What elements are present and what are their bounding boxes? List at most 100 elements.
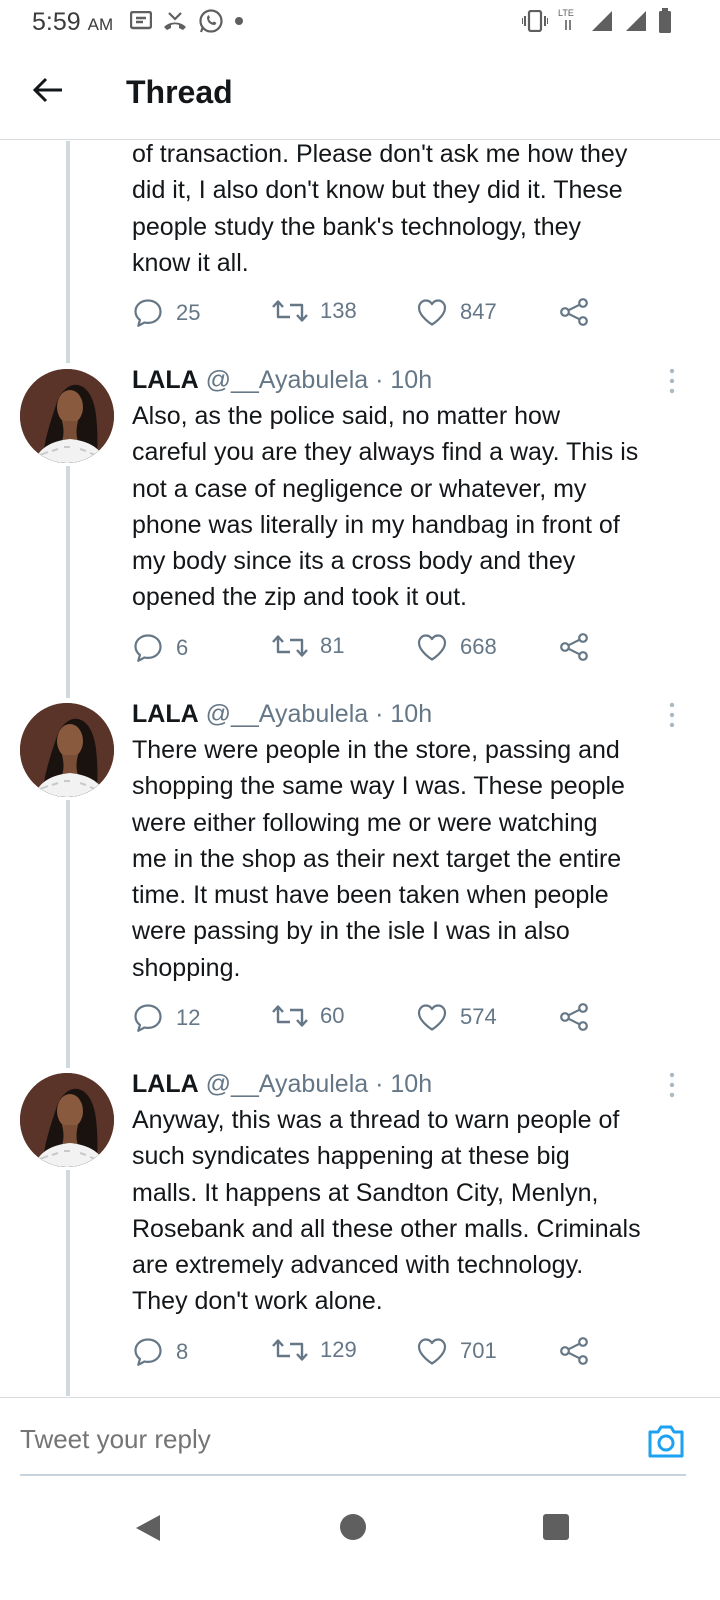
thread-header: Thread — [0, 44, 720, 140]
tweet-text-line: did it, I also don't know but they did i… — [132, 176, 623, 205]
author-handle[interactable]: @__Ayabulela — [206, 366, 369, 394]
reply-button[interactable]: 8 — [132, 1336, 188, 1368]
share-button[interactable] — [558, 297, 590, 327]
camera-icon — [648, 1425, 684, 1458]
like-count: 701 — [460, 1338, 497, 1363]
retweet-count: 60 — [320, 1003, 345, 1028]
message-notification-icon — [130, 11, 152, 30]
reply-button[interactable]: 6 — [132, 632, 188, 664]
share-button[interactable] — [558, 1336, 590, 1366]
retweet-button[interactable]: 129 — [272, 1336, 357, 1364]
tweet-text-line: me in the shop as their next target the … — [132, 844, 622, 873]
avatar[interactable] — [20, 703, 114, 797]
tweet-text-line: careful you are they always find a way. … — [132, 438, 639, 467]
tweet-actions: 12 60 574 — [132, 1002, 602, 1038]
tweet-text: Also, as the police said, no matter how … — [132, 398, 692, 616]
more-vertical-icon — [668, 1072, 676, 1098]
whatsapp-icon — [199, 9, 223, 33]
heart-icon — [416, 297, 448, 327]
tweet-text-line: people study the bank's technology, they — [132, 212, 582, 241]
retweet-button[interactable]: 138 — [272, 297, 357, 325]
share-button[interactable] — [558, 632, 590, 662]
like-button[interactable]: 574 — [416, 1002, 497, 1032]
lte-indicator: LTE — [558, 8, 580, 34]
avatar[interactable] — [20, 1073, 114, 1167]
retweet-count: 81 — [320, 633, 345, 658]
tweet-actions: 6 81 668 — [132, 632, 602, 668]
tweet-time: · 10h — [375, 366, 433, 394]
status-time-value: 5:59 — [32, 8, 81, 36]
author-name[interactable]: LALA — [132, 366, 199, 394]
reply-icon — [132, 1002, 164, 1034]
reply-composer — [0, 1397, 720, 1477]
share-button[interactable] — [558, 1002, 590, 1032]
tweet-text-line: malls. It happens at Sandton City, Menly… — [132, 1178, 599, 1207]
avatar[interactable] — [20, 369, 114, 463]
tweet-menu-button[interactable] — [668, 702, 676, 728]
tweet-text-line: were passing by in the isle I was in als… — [132, 917, 570, 946]
tweet-text-line: opened the zip and took it out. — [132, 583, 467, 612]
like-button[interactable]: 668 — [416, 632, 497, 662]
tweet-actions: 8 129 701 — [132, 1336, 602, 1372]
share-icon — [558, 297, 590, 327]
tweet-text-line: not a case of negligence or whatever, my — [132, 474, 587, 503]
reply-button[interactable]: 25 — [132, 297, 200, 329]
reply-icon — [132, 297, 164, 329]
share-icon — [558, 1002, 590, 1032]
camera-button[interactable] — [646, 1422, 686, 1460]
reply-icon — [132, 1336, 164, 1368]
reply-count: 8 — [176, 1339, 189, 1364]
like-button[interactable]: 847 — [416, 297, 497, 327]
battery-icon — [659, 8, 671, 33]
tweet-header: LALA @__Ayabulela · 10h — [132, 1068, 432, 1100]
missed-call-icon — [164, 12, 186, 30]
nav-home-button[interactable] — [340, 1514, 366, 1540]
tweet-time: · 10h — [375, 700, 433, 728]
tweet-time: · 10h — [375, 1070, 433, 1098]
tweet-actions: 25 138 847 — [132, 297, 602, 333]
tweet-text-line: Also, as the police said, no matter how — [132, 402, 561, 430]
reply-button[interactable]: 12 — [132, 1002, 200, 1034]
like-count: 847 — [460, 299, 497, 324]
like-count: 668 — [460, 634, 497, 659]
signal-strength-2-icon — [626, 11, 646, 31]
nav-recents-button[interactable] — [543, 1514, 569, 1540]
tweet-menu-button[interactable] — [668, 1072, 676, 1098]
tweet-text-line: There were people in the store, passing … — [132, 736, 620, 764]
reply-count: 6 — [176, 635, 189, 660]
arrow-left-icon — [32, 77, 62, 103]
heart-icon — [416, 1336, 448, 1366]
tweet-text-line: my body since its a cross body and they — [132, 547, 576, 576]
reply-icon — [132, 632, 164, 664]
retweet-icon — [272, 1002, 308, 1030]
more-vertical-icon — [668, 368, 676, 394]
author-name[interactable]: LALA — [132, 700, 199, 728]
back-button[interactable] — [30, 72, 66, 108]
page-title: Thread — [126, 74, 233, 110]
reply-count: 25 — [176, 300, 201, 325]
retweet-count: 138 — [320, 298, 357, 323]
reply-count: 12 — [176, 1005, 201, 1030]
vibrate-icon — [522, 10, 548, 32]
reply-input[interactable] — [20, 1424, 580, 1455]
author-handle[interactable]: @__Ayabulela — [206, 700, 369, 728]
notification-icons — [130, 8, 244, 34]
status-time-ampm: AM — [87, 15, 114, 34]
tweet-text-line: were either following me or were watchin… — [132, 808, 598, 837]
system-icons: LTE — [522, 8, 672, 34]
tweet-menu-button[interactable] — [668, 368, 676, 394]
share-icon — [558, 1336, 590, 1366]
tweet-text-line: such syndicates happening at these big — [132, 1142, 570, 1171]
author-handle[interactable]: @__Ayabulela — [206, 1070, 369, 1098]
nav-back-button[interactable] — [134, 1513, 162, 1548]
thread-connector-line — [66, 800, 70, 1068]
like-button[interactable]: 701 — [416, 1336, 497, 1366]
retweet-button[interactable]: 60 — [272, 1002, 344, 1030]
lte-label: LTE — [558, 8, 574, 18]
tweet-text: of transaction. Please don't ask me how … — [132, 136, 692, 281]
thread-connector-line — [66, 1170, 70, 1396]
status-bar: 5:59 AM LTE — [0, 0, 720, 44]
retweet-button[interactable]: 81 — [272, 632, 344, 660]
author-name[interactable]: LALA — [132, 1070, 199, 1098]
triangle-back-icon — [136, 1515, 160, 1541]
